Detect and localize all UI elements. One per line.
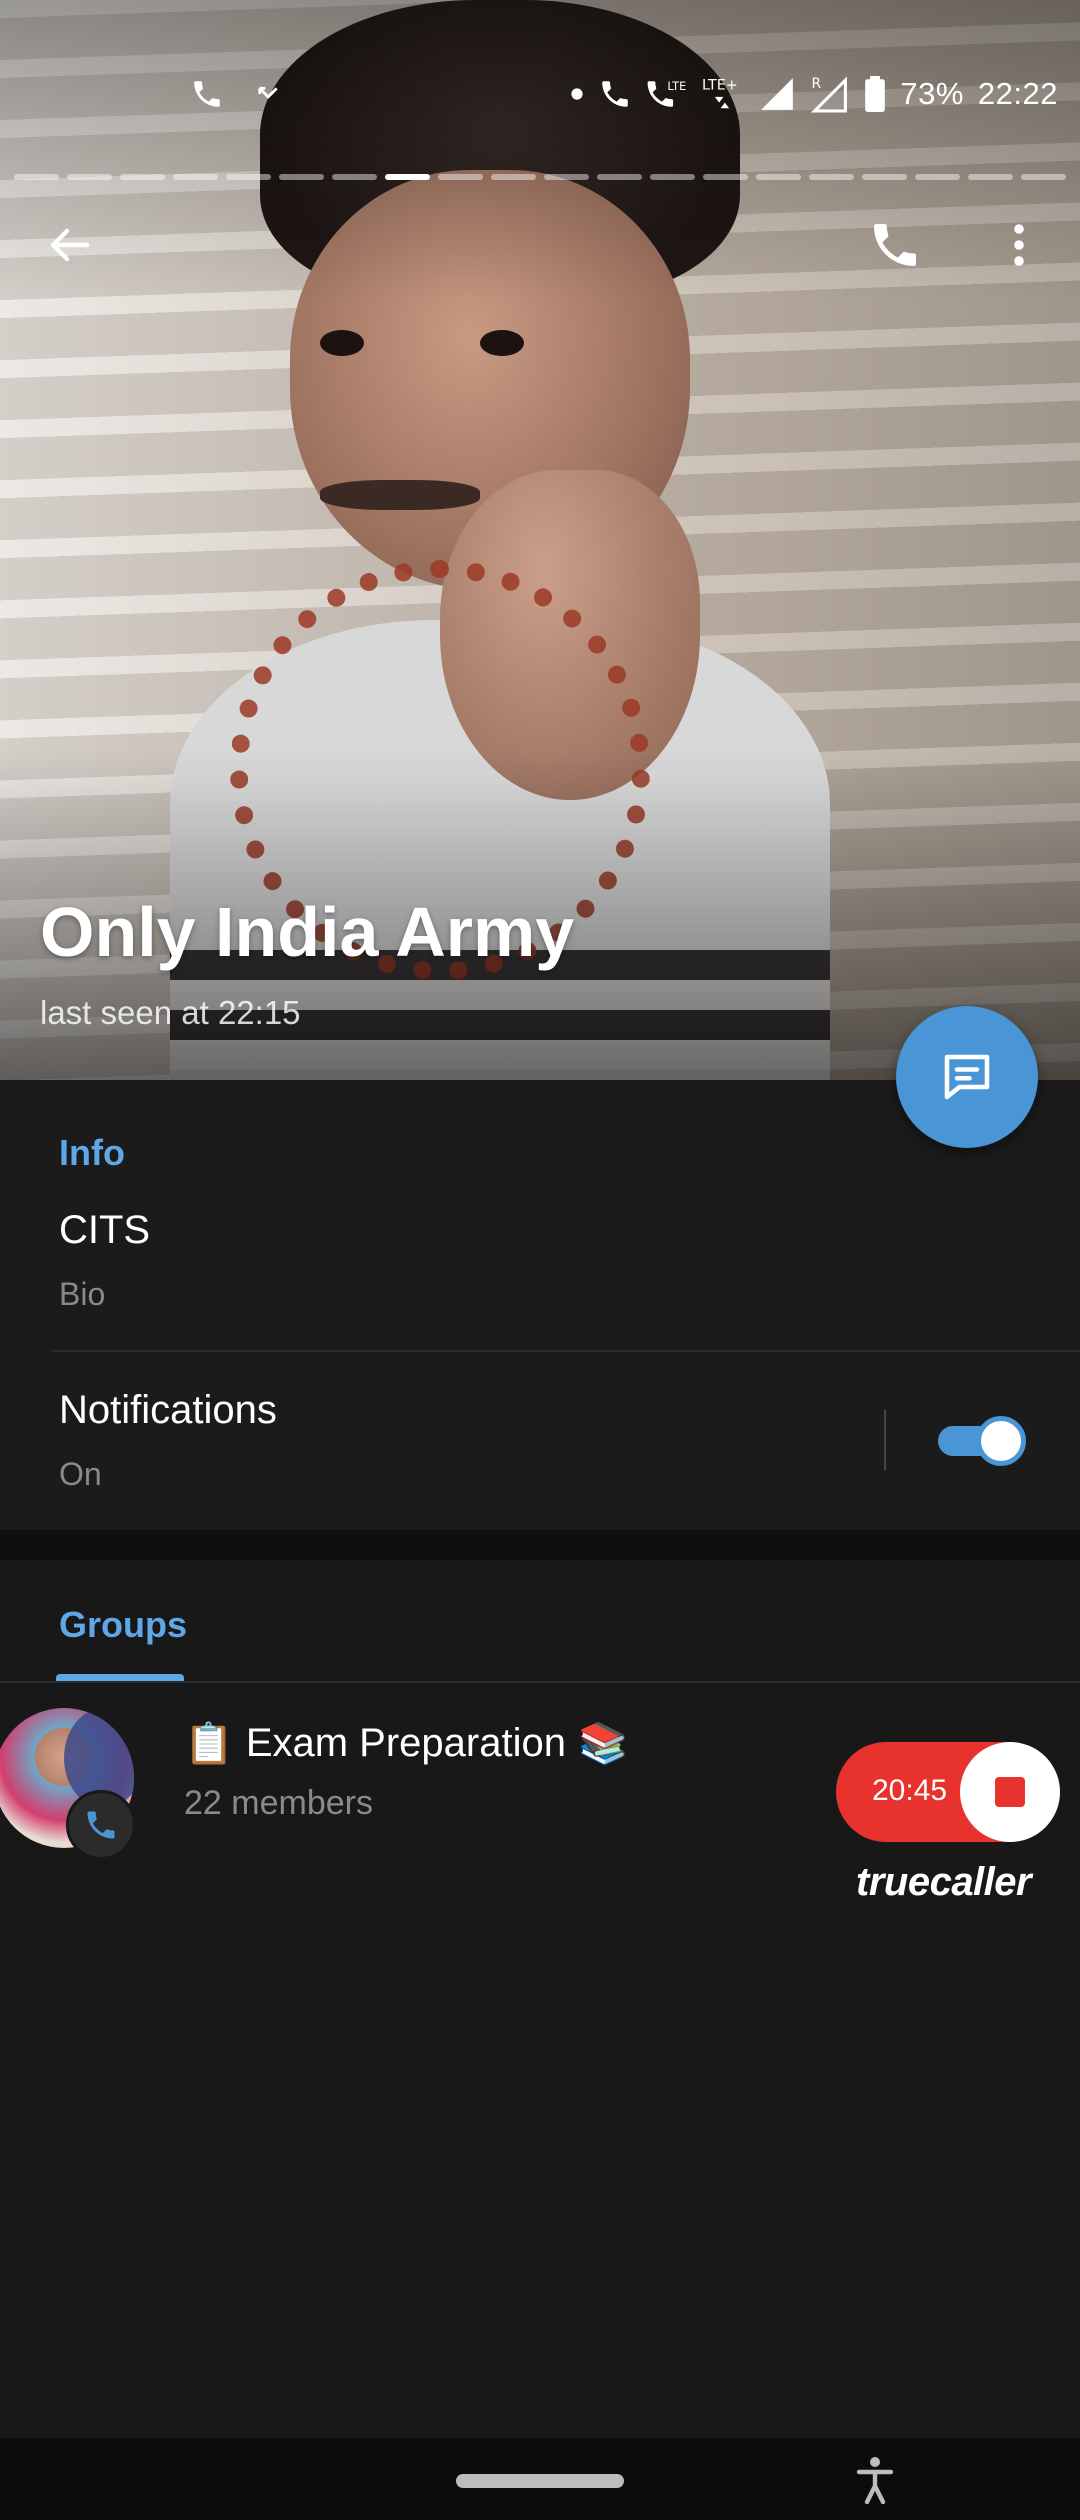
missed-call-icon (254, 77, 288, 111)
clock: 22:22 (977, 76, 1058, 111)
group-member-count: 22 members (184, 1784, 373, 1822)
more-options-button[interactable] (974, 200, 1064, 290)
groups-section: Groups 📋 Exam Preparation 📚 22 members (0, 1560, 1080, 2438)
back-button[interactable] (26, 200, 116, 290)
info-divider (52, 1350, 1080, 1352)
tab-groups[interactable]: Groups (59, 1604, 187, 1646)
home-gesture-handle[interactable] (456, 2474, 624, 2488)
call-badge-icon (87, 1811, 115, 1839)
stop-recording-button[interactable] (960, 1742, 1060, 1842)
progress-dash (14, 174, 59, 180)
progress-dash (67, 174, 112, 180)
battery-percent: 73% (900, 76, 964, 111)
status-bar: LTE LTE+ R 73% 22:22 (190, 64, 1058, 124)
notifications-label: Notifications (59, 1388, 277, 1432)
wifi-call-icon (598, 77, 632, 111)
group-name: Exam Preparation (245, 1721, 566, 1765)
roaming-signal-icon: R (810, 74, 850, 114)
recording-timer: 20:45 (872, 1774, 948, 1807)
progress-dash (279, 174, 324, 180)
progress-dash (544, 174, 589, 180)
progress-dash (1021, 174, 1066, 180)
section-gap (0, 1530, 1080, 1560)
photo-eye-right (480, 330, 524, 356)
notification-dot-icon (570, 87, 584, 101)
books-emoji: 📚 (577, 1722, 628, 1766)
truecaller-recorder[interactable]: 20:45 (836, 1742, 1060, 1842)
stop-icon (995, 1777, 1025, 1807)
progress-dash (862, 174, 907, 180)
progress-dash (491, 174, 536, 180)
navigation-bar (0, 2438, 1080, 2520)
accessibility-icon (856, 2457, 894, 2504)
phone-status-icon (190, 77, 224, 111)
progress-dash-active (385, 174, 430, 180)
tab-bar-divider (0, 1681, 1080, 1683)
profile-name: Only India Army (40, 893, 575, 971)
call-button[interactable] (850, 200, 940, 290)
photo-eye-left (320, 330, 364, 356)
back-arrow-icon (50, 228, 90, 262)
progress-dash (173, 174, 218, 180)
accessibility-button[interactable] (850, 2452, 900, 2508)
last-seen-status: last seen at 22:15 (40, 994, 301, 1031)
group-title: 📋 Exam Preparation 📚 (184, 1720, 628, 1767)
progress-dash (915, 174, 960, 180)
lte-plus-icon: LTE+ (700, 74, 744, 114)
progress-dash (650, 174, 695, 180)
svg-text:LTE: LTE (668, 79, 687, 93)
bio-value: CITS (59, 1208, 151, 1252)
battery-icon (864, 76, 886, 112)
signal-icon (758, 75, 796, 113)
svg-text:R: R (812, 76, 822, 92)
notifications-toggle[interactable] (938, 1412, 1026, 1468)
progress-dash (226, 174, 271, 180)
progress-dash (332, 174, 377, 180)
toggle-knob (976, 1416, 1026, 1466)
info-section-title: Info (59, 1132, 125, 1173)
progress-dash (809, 174, 854, 180)
bio-label: Bio (59, 1276, 106, 1312)
progress-dash (120, 174, 165, 180)
progress-dash (756, 174, 801, 180)
chat-icon (944, 1054, 990, 1100)
progress-dash (438, 174, 483, 180)
photo-progress (14, 174, 1066, 180)
truecaller-logo: truecaller (856, 1860, 1032, 1904)
info-section: Info CITS Bio Notifications On (0, 1080, 1080, 1530)
clipboard-emoji: 📋 (184, 1722, 234, 1766)
send-message-button[interactable] (896, 1006, 1038, 1148)
progress-dash (597, 174, 642, 180)
volte-call-icon: LTE (646, 77, 686, 111)
photo-mustache (320, 480, 480, 510)
toggle-separator (884, 1410, 886, 1470)
more-vert-icon (1014, 224, 1024, 266)
profile-header: LTE LTE+ R 73% 22:22 Only India Army las… (0, 0, 1080, 1080)
progress-dash (968, 174, 1013, 180)
call-badge (66, 1790, 136, 1860)
notifications-value: On (59, 1456, 102, 1492)
svg-text:LTE+: LTE+ (702, 78, 738, 94)
phone-icon (874, 224, 916, 266)
tab-indicator (56, 1674, 184, 1681)
progress-dash (703, 174, 748, 180)
